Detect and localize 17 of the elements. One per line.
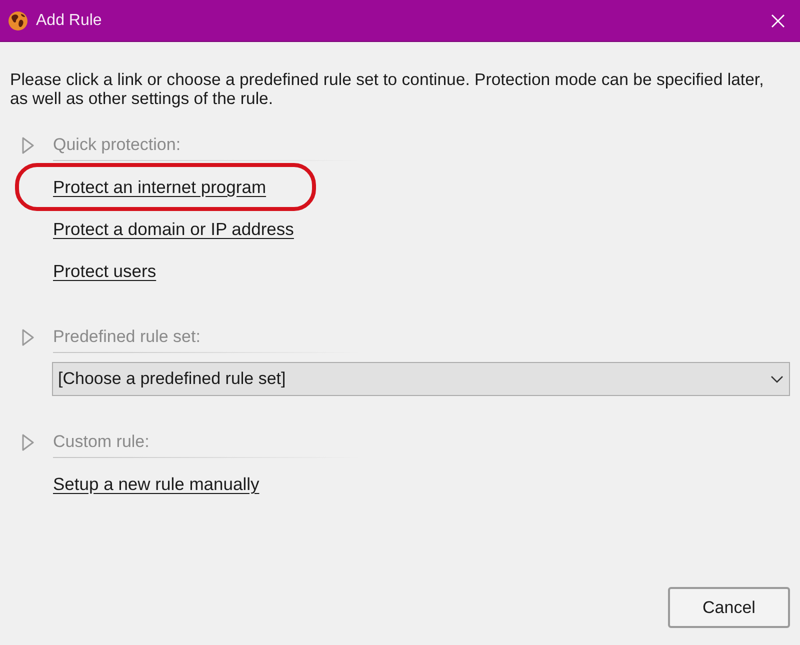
link[interactable]: Setup a new rule manually bbox=[53, 472, 260, 496]
link[interactable]: Protect an internet program bbox=[53, 175, 266, 199]
expand-arrow-icon[interactable] bbox=[22, 328, 34, 346]
rule-set-dropdown[interactable]: [Choose a predefined rule set] bbox=[52, 362, 790, 396]
section-heading: Custom rule: bbox=[53, 431, 150, 454]
link[interactable]: Protect a domain or IP address bbox=[53, 217, 294, 241]
link[interactable]: Protect users bbox=[53, 259, 156, 283]
chevron-down-icon bbox=[771, 376, 783, 382]
expand-arrow-icon[interactable] bbox=[22, 434, 34, 450]
window-title: Add Rule bbox=[36, 10, 102, 30]
section-heading: Quick protection: bbox=[53, 134, 181, 156]
section-heading: Predefined rule set: bbox=[53, 326, 200, 348]
globe-icon bbox=[8, 10, 28, 30]
close-icon[interactable] bbox=[771, 14, 785, 28]
instruction-text: Please click a link or choose a predefined rule set to continue. Protection mode can be specified later, as well as other settings of the rule. bbox=[10, 70, 765, 108]
expand-arrow-icon[interactable] bbox=[22, 136, 34, 154]
cancel-button[interactable]: Cancel bbox=[668, 587, 790, 628]
